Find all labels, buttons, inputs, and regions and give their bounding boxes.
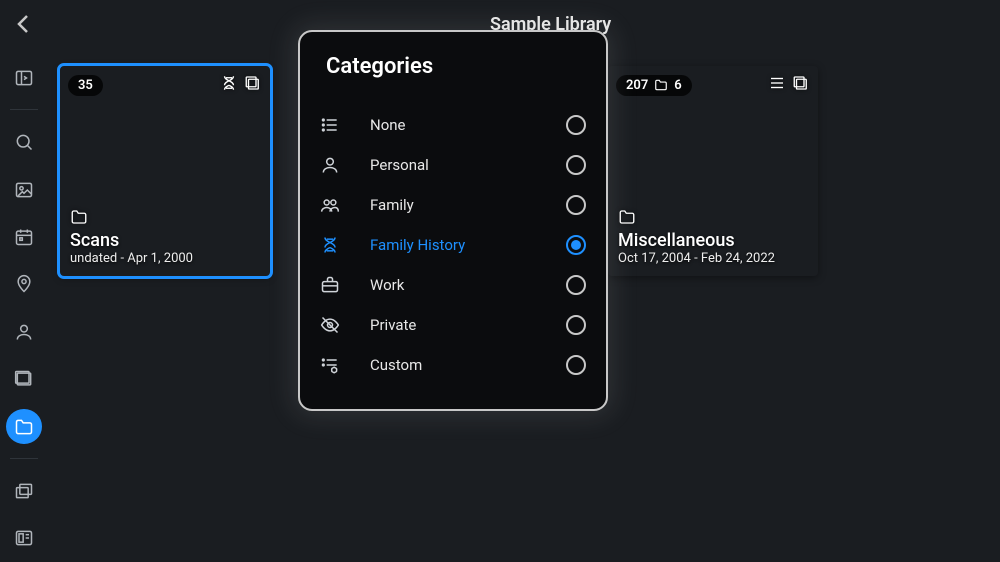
folder-icon	[70, 208, 88, 226]
person-icon	[320, 155, 356, 175]
category-option-work[interactable]: Work	[320, 265, 586, 305]
radio-button[interactable]	[566, 115, 586, 135]
folder-card-scans[interactable]: 35 Scans undated - Apr 1, 2000	[60, 66, 270, 276]
category-label: Personal	[356, 156, 566, 174]
stack-icon	[792, 74, 810, 96]
category-label: None	[356, 116, 566, 134]
eye-slash-icon	[320, 315, 356, 335]
photo-count-badge: 35	[68, 75, 103, 96]
sidebar-item-albums[interactable]	[6, 361, 42, 396]
sidebar-item-browser[interactable]	[6, 521, 42, 556]
category-option-custom[interactable]: Custom	[320, 345, 586, 385]
back-button[interactable]	[0, 0, 48, 48]
sidebar	[0, 48, 48, 562]
category-label: Custom	[356, 356, 566, 374]
sidebar-item-panel-toggle[interactable]	[6, 60, 42, 95]
list-cog-icon	[320, 355, 356, 375]
divider	[10, 109, 38, 110]
category-label: Private	[356, 316, 566, 334]
folder-card-miscellaneous[interactable]: 207 6 Miscellaneous Oct 17, 2004 - Feb 2…	[608, 66, 818, 276]
list-icon	[320, 115, 356, 135]
sidebar-item-calendar[interactable]	[6, 219, 42, 254]
category-option-private[interactable]: Private	[320, 305, 586, 345]
group-icon	[320, 195, 356, 215]
folder-title: Scans	[70, 230, 260, 251]
radio-button[interactable]	[566, 355, 586, 375]
categories-popover: Categories None Personal Family Family H…	[298, 30, 608, 411]
folder-date-range: Oct 17, 2004 - Feb 24, 2022	[618, 251, 808, 266]
folder-icon	[618, 208, 636, 226]
sidebar-item-folders[interactable]	[6, 409, 42, 444]
stack-icon	[244, 74, 262, 96]
modal-title: Categories	[320, 54, 586, 79]
dna-icon	[320, 235, 356, 255]
category-label: Family	[356, 196, 566, 214]
radio-button[interactable]	[566, 235, 586, 255]
category-option-family[interactable]: Family	[320, 185, 586, 225]
sidebar-item-people[interactable]	[6, 314, 42, 349]
category-label: Work	[356, 276, 566, 294]
category-label: Family History	[356, 236, 566, 254]
sidebar-item-duplicates[interactable]	[6, 473, 42, 508]
radio-button[interactable]	[566, 315, 586, 335]
category-option-none[interactable]: None	[320, 105, 586, 145]
list-icon	[768, 74, 786, 96]
category-option-family-history[interactable]: Family History	[320, 225, 586, 265]
briefcase-icon	[320, 275, 356, 295]
radio-button[interactable]	[566, 195, 586, 215]
photo-count-badge: 207 6	[616, 75, 692, 96]
sidebar-item-search[interactable]	[6, 124, 42, 159]
radio-button[interactable]	[566, 275, 586, 295]
sidebar-item-places[interactable]	[6, 267, 42, 302]
category-option-personal[interactable]: Personal	[320, 145, 586, 185]
folder-date-range: undated - Apr 1, 2000	[70, 251, 260, 266]
dna-icon	[220, 74, 238, 96]
divider	[10, 458, 38, 459]
sidebar-item-photos[interactable]	[6, 172, 42, 207]
radio-button[interactable]	[566, 155, 586, 175]
folder-title: Miscellaneous	[618, 230, 808, 251]
